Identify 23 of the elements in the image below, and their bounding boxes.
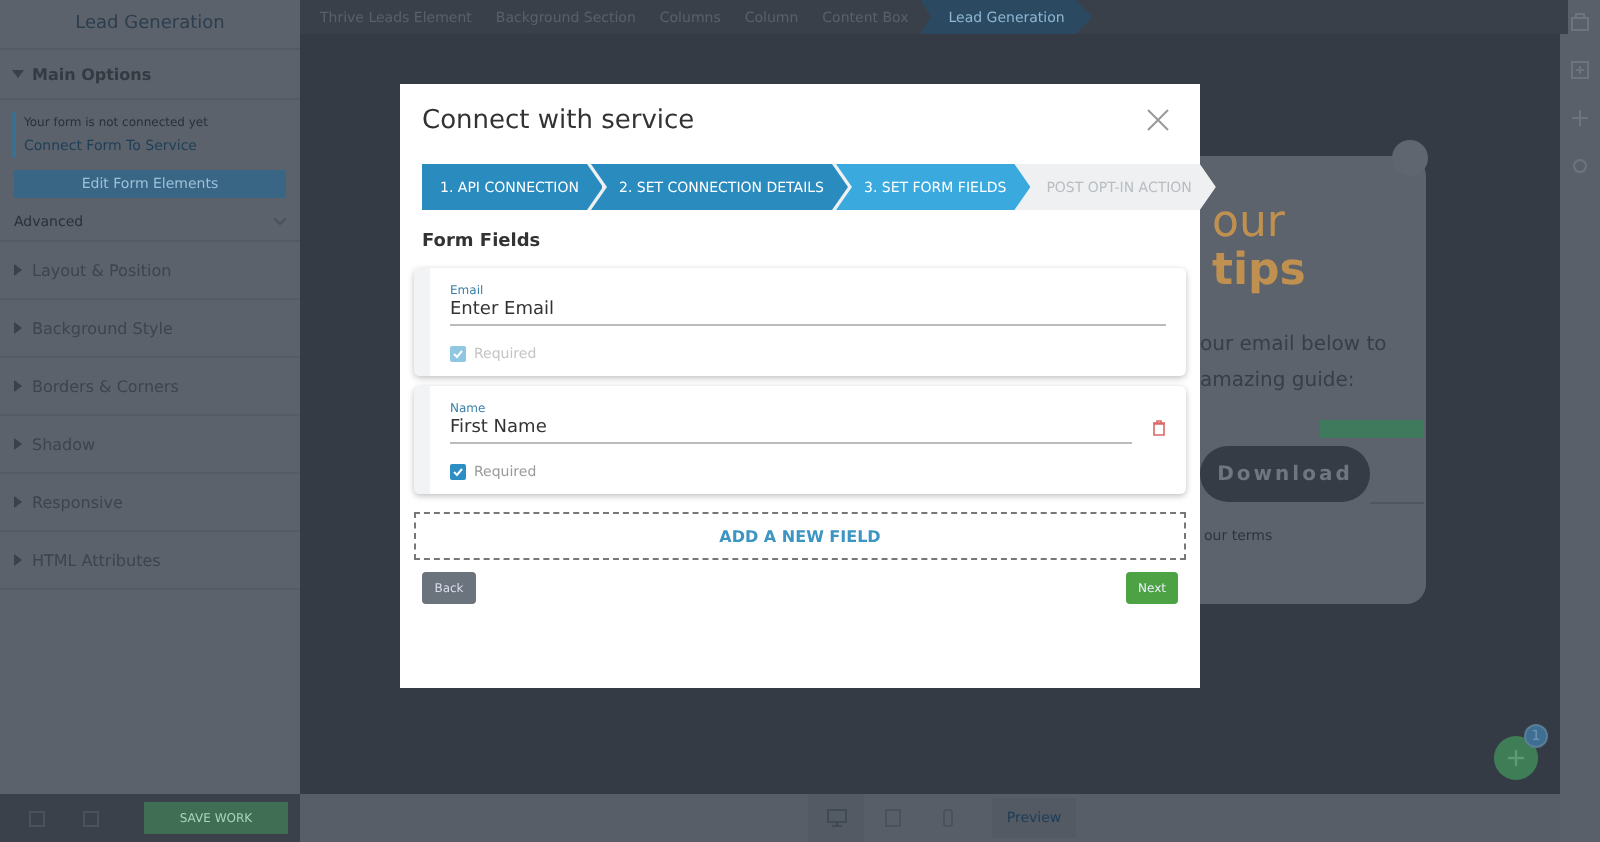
- heading-text: our: [1212, 200, 1287, 248]
- card-strip: [414, 386, 430, 494]
- caret-icon: [12, 70, 24, 78]
- briefcase-icon[interactable]: [1570, 12, 1590, 32]
- download-button[interactable]: Download: [1200, 446, 1370, 502]
- heading-text: tips: [1212, 248, 1308, 296]
- card-strip: [414, 268, 430, 376]
- caret-icon: [14, 438, 22, 450]
- add-button[interactable]: [1494, 736, 1538, 780]
- section-title: Form Fields: [422, 232, 543, 252]
- caret-icon: [14, 264, 22, 276]
- desktop-icon[interactable]: [808, 794, 864, 842]
- checkbox[interactable]: [450, 464, 466, 480]
- element-toolbar[interactable]: [1320, 420, 1424, 438]
- add-field-button[interactable]: ADD A NEW FIELD: [414, 512, 1186, 560]
- caret-icon: [14, 554, 22, 566]
- plus-icon: [1508, 750, 1524, 766]
- caret-icon: [14, 322, 22, 334]
- trash-icon[interactable]: [1152, 420, 1166, 436]
- close-icon[interactable]: [1146, 108, 1170, 132]
- dialog-title: Connect with service: [422, 105, 695, 135]
- caret-icon: [14, 496, 22, 508]
- caret-icon: [14, 380, 22, 392]
